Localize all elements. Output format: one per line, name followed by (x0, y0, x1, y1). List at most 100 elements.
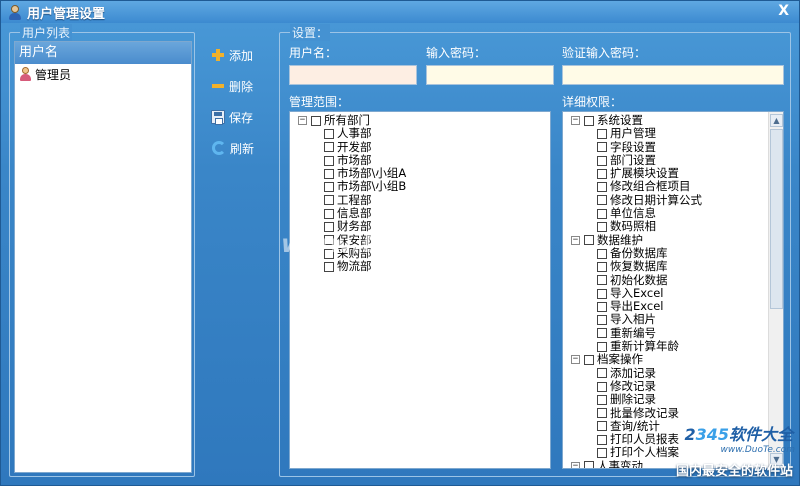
tree-node[interactable]: 删除记录 (571, 392, 702, 406)
user-icon (7, 4, 23, 20)
checkbox[interactable] (597, 434, 607, 445)
tree-node[interactable]: 导入Excel (571, 286, 702, 300)
tree-node[interactable]: 数码照相 (571, 220, 702, 233)
tree-node[interactable]: 信息部 (298, 206, 406, 220)
checkbox[interactable] (584, 235, 594, 246)
tree-node[interactable]: 人事部 (298, 126, 406, 140)
tree-node[interactable]: 导入相片 (571, 313, 702, 326)
checkbox[interactable] (597, 421, 607, 432)
tree-node[interactable]: 重新计算年龄 (571, 339, 702, 353)
checkbox[interactable] (597, 155, 607, 166)
checkbox[interactable] (597, 288, 607, 299)
collapse-icon[interactable]: − (571, 461, 580, 468)
tree-node[interactable]: 修改日期计算公式 (571, 193, 702, 207)
checkbox[interactable] (597, 394, 607, 405)
scroll-thumb[interactable] (770, 129, 783, 309)
add-button[interactable]: 添加 (211, 45, 254, 65)
checkbox[interactable] (324, 128, 334, 139)
tree-node[interactable]: 市场部 (298, 153, 406, 167)
scroll-up-icon[interactable]: ▲ (770, 114, 783, 127)
checkbox[interactable] (597, 248, 607, 259)
checkbox[interactable] (597, 222, 607, 233)
checkbox[interactable] (324, 142, 334, 153)
checkbox[interactable] (597, 168, 607, 179)
checkbox[interactable] (597, 448, 607, 459)
checkbox[interactable] (597, 381, 607, 392)
tree-node[interactable]: 扩展模块设置 (571, 166, 702, 180)
checkbox[interactable] (597, 408, 607, 419)
tree-node[interactable]: 部门设置 (571, 153, 702, 167)
tree-node-group[interactable]: − 系统设置 (571, 113, 702, 127)
checkbox[interactable] (324, 168, 334, 179)
tree-node[interactable]: 工程部 (298, 193, 406, 207)
tree-node-label: 数码照相 (610, 219, 656, 234)
tree-node[interactable]: 单位信息 (571, 206, 702, 220)
save-button[interactable]: 保存 (211, 107, 254, 127)
permissions-scrollbar[interactable]: ▲ ▼ (768, 112, 783, 468)
checkbox[interactable] (324, 195, 334, 206)
checkbox[interactable] (597, 208, 607, 219)
checkbox[interactable] (597, 301, 607, 312)
checkbox[interactable] (324, 235, 334, 246)
tree-node[interactable]: 市场部\小组A (298, 166, 406, 180)
tree-node[interactable]: 采购部 (298, 246, 406, 260)
checkbox[interactable] (324, 222, 334, 233)
tree-node[interactable]: 用户管理 (571, 126, 702, 140)
checkbox[interactable] (311, 115, 321, 126)
tree-node[interactable]: 市场部\小组B (298, 180, 406, 193)
tree-node[interactable]: 打印个人档案 (571, 446, 702, 459)
tree-node-group[interactable]: − 档案操作 (571, 353, 702, 366)
checkbox[interactable] (597, 315, 607, 326)
checkbox[interactable] (597, 341, 607, 352)
checkbox[interactable] (584, 354, 594, 365)
tree-node[interactable]: 备份数据库 (571, 246, 702, 260)
close-button[interactable]: X (778, 3, 789, 19)
checkbox[interactable] (324, 182, 334, 193)
tree-node[interactable]: 修改组合框项目 (571, 180, 702, 193)
checkbox[interactable] (597, 195, 607, 206)
tree-node[interactable]: 批量修改记录 (571, 406, 702, 420)
tree-node[interactable]: 查询/统计 (571, 419, 702, 433)
collapse-icon[interactable]: − (571, 355, 580, 365)
user-list[interactable]: 用户名 管理员 (14, 41, 192, 473)
checkbox[interactable] (597, 261, 607, 272)
tree-node[interactable]: 保安部 (298, 233, 406, 247)
checkbox[interactable] (324, 155, 334, 166)
tree-node[interactable]: 字段设置 (571, 140, 702, 154)
checkbox[interactable] (584, 115, 594, 126)
permissions-tree[interactable]: − 系统设置 用户管理 字段设置 部门设置 扩展模块设置 修改组合框项目 修改日期计算公式 单位… (562, 111, 784, 469)
tree-node[interactable]: 初始化数据 (571, 273, 702, 287)
user-list-item[interactable]: 管理员 (15, 64, 191, 84)
confirm-password-input[interactable] (562, 65, 784, 85)
collapse-icon[interactable]: − (571, 116, 580, 126)
tree-node-root[interactable]: − 所有部门 (298, 113, 406, 127)
tree-node[interactable]: 导出Excel (571, 299, 702, 313)
tree-node[interactable]: 开发部 (298, 140, 406, 154)
checkbox[interactable] (324, 261, 334, 272)
tree-node[interactable]: 重新编号 (571, 326, 702, 340)
collapse-icon[interactable]: − (571, 235, 580, 245)
checkbox[interactable] (597, 142, 607, 153)
checkbox[interactable] (597, 328, 607, 339)
settings-group: 设置： 用户名： 输入密码： 验证输入密码： 管理范围： − 所有部门 人事部 开发部… (279, 24, 791, 477)
checkbox[interactable] (584, 461, 594, 468)
collapse-icon[interactable]: − (298, 116, 307, 126)
tree-node[interactable]: 财务部 (298, 220, 406, 233)
tree-node[interactable]: 修改记录 (571, 379, 702, 393)
tree-node[interactable]: 打印人员报表 (571, 432, 702, 446)
checkbox[interactable] (597, 182, 607, 193)
tree-node[interactable]: 添加记录 (571, 366, 702, 380)
refresh-button[interactable]: 刷新 (211, 138, 254, 158)
checkbox[interactable] (324, 248, 334, 259)
delete-button[interactable]: 删除 (211, 76, 254, 96)
checkbox[interactable] (597, 368, 607, 379)
scope-tree[interactable]: − 所有部门 人事部 开发部 市场部 市场部\小组A 市场部\小组B 工程部 信息部 财务部 保安部… (289, 111, 551, 469)
checkbox[interactable] (597, 275, 607, 286)
tree-node-group[interactable]: − 数据维护 (571, 233, 702, 247)
tree-node[interactable]: 物流部 (298, 259, 406, 273)
password-input[interactable] (426, 65, 554, 85)
checkbox[interactable] (324, 208, 334, 219)
username-input[interactable] (289, 65, 417, 85)
checkbox[interactable] (597, 128, 607, 139)
tree-node[interactable]: 恢复数据库 (571, 259, 702, 273)
